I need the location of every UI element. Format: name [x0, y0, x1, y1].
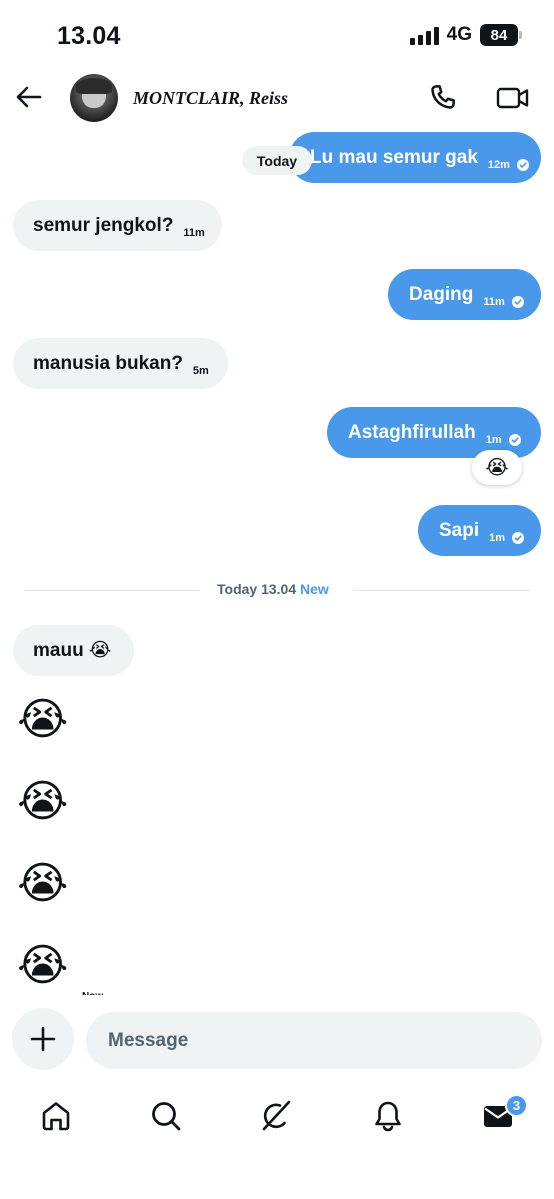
- nav-search[interactable]: [148, 1098, 184, 1134]
- bell-icon: [375, 1101, 401, 1132]
- message-bubble-sent[interactable]: Sapi 1m: [418, 505, 541, 556]
- read-check-icon: [512, 531, 525, 544]
- unread-badge: 3: [505, 1094, 528, 1117]
- plus-icon: [30, 1026, 56, 1052]
- message-time: 5m: [192, 364, 209, 377]
- divider-date: Today 13.04: [217, 581, 297, 597]
- message-time: 12m: [487, 158, 510, 171]
- video-call-button[interactable]: [496, 84, 530, 112]
- home-icon: [42, 1102, 70, 1131]
- nav-home[interactable]: [38, 1098, 74, 1134]
- message-bubble-sent[interactable]: Lu mau semur gak 12m: [289, 132, 541, 183]
- message-time: 11m: [483, 295, 505, 308]
- status-bar: 13.04 4G 84: [0, 0, 554, 70]
- read-check-icon: [516, 158, 529, 171]
- status-indicators: 4G 84: [409, 24, 522, 46]
- emoji-message[interactable]: 😭: [17, 940, 69, 992]
- message-text: manusia bukan?: [33, 352, 183, 374]
- contact-name[interactable]: MONTCLAIR, Reiss: [133, 88, 288, 109]
- arrow-left-icon: [16, 86, 42, 108]
- voice-call-button[interactable]: [428, 82, 458, 112]
- message-text: mauu 😭: [33, 640, 112, 661]
- emoji-message[interactable]: 😭: [17, 694, 69, 746]
- battery-level: 84: [490, 26, 508, 44]
- new-messages-divider: Today 13.04 New: [217, 581, 329, 597]
- message-reaction[interactable]: 😭: [472, 450, 522, 485]
- emoji-message[interactable]: 😭: [17, 776, 69, 828]
- battery-icon: 84: [480, 24, 522, 46]
- message-composer: [0, 996, 554, 1080]
- message-input[interactable]: [86, 1012, 542, 1069]
- network-type: 4G: [446, 24, 472, 45]
- status-time: 13.04: [57, 22, 121, 50]
- message-text: Daging: [409, 283, 474, 305]
- message-time: Now: [82, 990, 103, 995]
- divider-line: [353, 590, 530, 591]
- divider-line: [24, 590, 200, 591]
- bottom-navigation: 3: [0, 1080, 554, 1199]
- message-text: Lu mau semur gak: [310, 146, 478, 168]
- message-time: 11m: [183, 226, 205, 239]
- message-bubble-received[interactable]: semur jengkol? 11m: [13, 200, 222, 251]
- avatar[interactable]: [70, 74, 118, 122]
- message-text: Astaghfirullah: [348, 421, 476, 443]
- nav-notifications[interactable]: [370, 1098, 406, 1134]
- signal-icon: [409, 25, 439, 45]
- message-bubble-received[interactable]: manusia bukan? 5m: [13, 338, 228, 389]
- message-text: Sapi: [439, 519, 480, 541]
- date-chip: Today: [242, 146, 312, 175]
- new-label: New: [300, 581, 329, 597]
- back-button[interactable]: [14, 82, 44, 112]
- message-bubble-received[interactable]: mauu 😭: [13, 625, 134, 676]
- emoji-message[interactable]: 😭: [17, 858, 69, 910]
- read-check-icon: [508, 433, 521, 446]
- conversation-header: MONTCLAIR, Reiss: [0, 70, 554, 128]
- add-attachment-button[interactable]: [12, 1008, 74, 1070]
- video-camera-icon: [496, 87, 529, 109]
- message-bubble-sent[interactable]: Daging 11m: [388, 269, 541, 320]
- message-time: 1m: [485, 433, 502, 446]
- grok-icon: [262, 1100, 291, 1131]
- nav-grok[interactable]: [258, 1098, 294, 1134]
- read-check-icon: [511, 295, 524, 308]
- message-text: semur jengkol?: [33, 214, 174, 236]
- message-time: 1m: [489, 531, 506, 544]
- search-icon: [152, 1102, 181, 1131]
- phone-icon: [431, 85, 455, 109]
